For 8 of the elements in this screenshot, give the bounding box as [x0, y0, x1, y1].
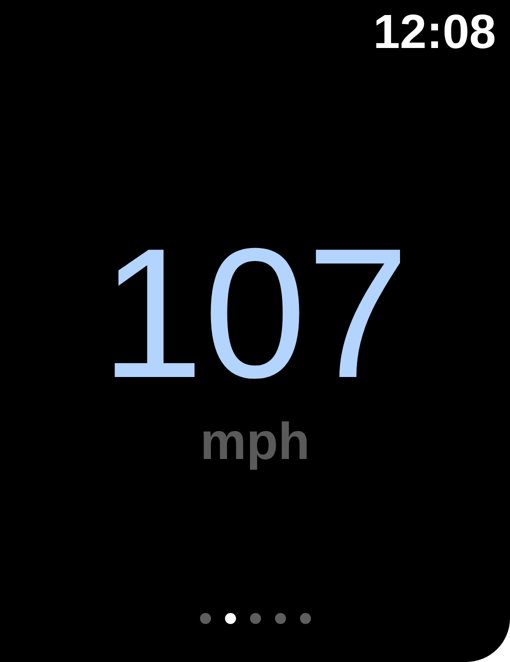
speed-value: 107	[100, 222, 410, 407]
page-dot[interactable]	[200, 613, 210, 624]
page-dot[interactable]	[274, 613, 286, 624]
page-dot[interactable]	[300, 613, 310, 624]
page-dot[interactable]	[250, 613, 260, 624]
page-dot[interactable]	[224, 613, 236, 624]
status-time: 12:08	[373, 9, 496, 57]
speed-unit: mph	[200, 416, 310, 468]
